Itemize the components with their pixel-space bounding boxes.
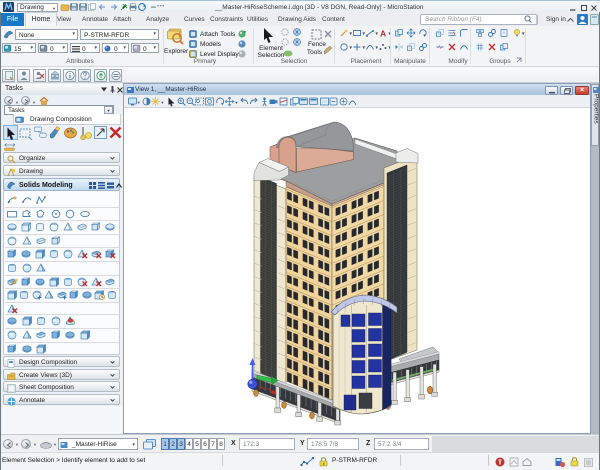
svg-text:A: A: [380, 29, 386, 39]
